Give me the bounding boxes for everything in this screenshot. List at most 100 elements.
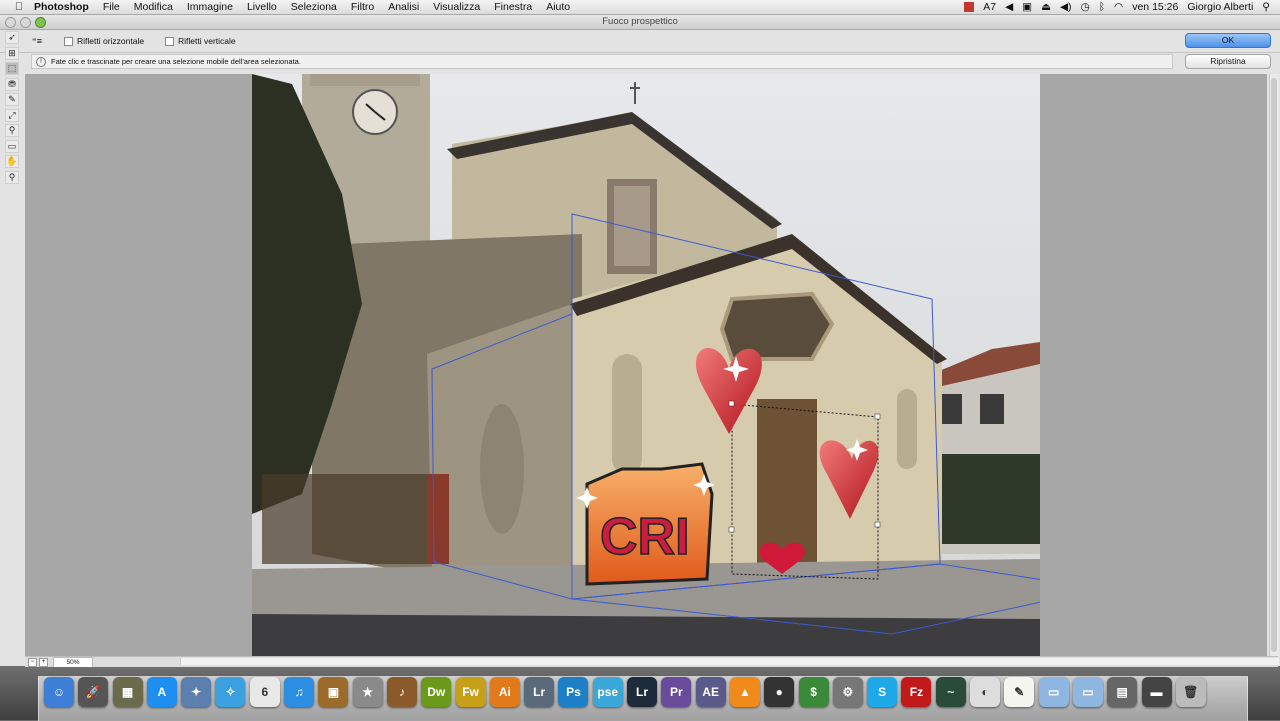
menu-immagine[interactable]: Immagine: [187, 1, 233, 13]
measure-tool-icon[interactable]: ▭: [5, 139, 19, 153]
app-menu-photoshop[interactable]: Photoshop: [34, 1, 89, 13]
menu-livello[interactable]: Livello: [247, 1, 277, 13]
menu-filtro[interactable]: Filtro: [351, 1, 374, 13]
app-store-icon[interactable]: A: [146, 677, 177, 707]
menu-visualizza[interactable]: Visualizza: [433, 1, 480, 13]
stamp-tool-icon[interactable]: ⛃: [5, 77, 19, 91]
zoom-out-button[interactable]: −: [28, 658, 37, 667]
zoom-in-button[interactable]: +: [39, 658, 48, 667]
recording-icon[interactable]: [964, 2, 975, 12]
flip-horizontal-option[interactable]: Rifletti orizzontale: [64, 36, 144, 46]
ok-button[interactable]: OK: [1185, 33, 1271, 48]
transform-tool-icon[interactable]: ⤢: [5, 108, 19, 122]
safari-icon[interactable]: ✧: [215, 677, 246, 707]
garageband-icon[interactable]: ♪: [386, 677, 417, 707]
itunes-icon[interactable]: ♫: [284, 677, 315, 707]
updates-count: 7: [990, 1, 997, 13]
window-controls: [5, 17, 46, 28]
photoshop-icon[interactable]: Ps: [558, 677, 589, 707]
menu-file[interactable]: File: [103, 1, 120, 13]
activity-monitor-icon[interactable]: ~: [935, 677, 966, 707]
eject-icon[interactable]: ⏏: [1041, 1, 1051, 13]
lightroom-icon[interactable]: Lr: [524, 677, 555, 707]
menu-modifica[interactable]: Modifica: [134, 1, 173, 13]
illustrator-icon[interactable]: Ai: [489, 677, 520, 707]
utility-icon[interactable]: ▦: [112, 677, 143, 707]
finder-icon[interactable]: ☺: [44, 677, 74, 707]
tools-panel: ➶ ⊞ ⬚ ⛃ ✎ ⤢ ⚲ ▭ ✋ ⚲: [3, 31, 21, 189]
zoom-window-icon[interactable]: [35, 17, 46, 28]
church-photo: CRI: [252, 74, 1040, 656]
calendar-icon[interactable]: 6: [249, 677, 280, 707]
downloads-stack-icon[interactable]: ▤: [1107, 677, 1138, 707]
create-plane-tool-icon[interactable]: ⊞: [5, 46, 19, 60]
system-preferences-icon[interactable]: ⚙: [832, 677, 863, 707]
flip-horizontal-label: Rifletti orizzontale: [77, 36, 145, 46]
spotlight-icon[interactable]: ⚲: [1262, 1, 1270, 13]
marquee-tool-icon[interactable]: ⬚: [5, 62, 19, 75]
eyedropper-tool-icon[interactable]: ⚲: [5, 124, 19, 137]
preview-icon[interactable]: ✦: [181, 677, 212, 707]
minimize-window-icon[interactable]: [20, 17, 31, 28]
trash-icon[interactable]: 🗑: [1175, 677, 1206, 707]
imovie-icon[interactable]: ★: [352, 677, 383, 707]
menu-analisi[interactable]: Analisi: [388, 1, 419, 13]
edit-plane-tool-icon[interactable]: ➶: [5, 31, 19, 44]
time-machine-icon[interactable]: ◷: [1081, 1, 1090, 13]
status-bar: − + 50%: [25, 656, 1279, 668]
dialog-title: Fuoco prospettico: [602, 16, 678, 27]
display-menu-icon[interactable]: ▣: [1022, 1, 1032, 13]
brush-tool-icon[interactable]: ✎: [5, 93, 19, 106]
flip-vertical-option[interactable]: Rifletti verticale: [165, 36, 236, 46]
info-bar: ! Fate clic e trascinate per creare una s…: [31, 54, 1173, 69]
tool-options-menu-icon[interactable]: ⁼≡: [32, 36, 42, 47]
dvd-player-icon[interactable]: ●: [764, 677, 795, 707]
photoshop-elements-icon[interactable]: pse: [592, 677, 623, 707]
document-image[interactable]: CRI: [252, 74, 1040, 656]
vlc-icon[interactable]: ▲: [729, 677, 760, 707]
flip-vertical-checkbox[interactable]: [165, 36, 174, 46]
money-icon[interactable]: $: [798, 677, 829, 707]
menu-finestra[interactable]: Finestra: [494, 1, 532, 13]
close-window-icon[interactable]: [5, 17, 16, 28]
info-text: Fate clic e trascinate per creare una se…: [51, 57, 301, 66]
photos-icon[interactable]: ▣: [318, 677, 349, 707]
vertical-scrollbar[interactable]: [1269, 74, 1279, 656]
disk-utility-icon[interactable]: ◐: [970, 677, 1001, 707]
adobe-updates-icon[interactable]: A7: [983, 1, 996, 13]
textedit-icon[interactable]: ✎: [1004, 677, 1035, 707]
reset-button[interactable]: Ripristina: [1185, 54, 1271, 69]
dock: ☺ 🚀 ▦ A ✦ ✧ 6 ♫ ▣ ★ ♪ Dw Fw Ai Lr Ps pse Lr Pr AE ▲ ● $ ⚙ S Fz ~ ◐ ✎…: [44, 677, 1244, 707]
launchpad-icon[interactable]: 🚀: [78, 677, 109, 707]
svg-text:CRI: CRI: [600, 508, 690, 566]
lightroom-classic-icon[interactable]: Lr: [627, 677, 658, 707]
after-effects-icon[interactable]: AE: [695, 677, 726, 707]
horizontal-scrollbar[interactable]: [180, 658, 1279, 665]
menubar-status-area: A7 ◀ ▣ ⏏ ◀) ◷ ᛒ ◠ ven 15:26 Giorgio Albe…: [964, 1, 1280, 13]
fireworks-icon[interactable]: Fw: [455, 677, 486, 707]
options-bar: ⁼≡ Rifletti orizzontale Rifletti vertica…: [0, 30, 1280, 53]
filezilla-icon[interactable]: Fz: [901, 677, 932, 707]
volume-icon[interactable]: ◀): [1060, 1, 1072, 13]
bluetooth-icon[interactable]: ᛒ: [1099, 1, 1105, 13]
documents-folder-icon[interactable]: ▭: [1072, 677, 1103, 707]
wifi-icon[interactable]: ◠: [1114, 1, 1123, 13]
menu-aiuto[interactable]: Aiuto: [546, 1, 570, 13]
folder-icon[interactable]: ▭: [1038, 677, 1069, 707]
info-icon: !: [36, 57, 46, 68]
premiere-icon[interactable]: Pr: [661, 677, 692, 707]
scroll-thumb[interactable]: [1271, 78, 1277, 652]
zoom-tool-icon[interactable]: ⚲: [5, 170, 19, 184]
skype-icon[interactable]: S: [867, 677, 898, 707]
dialog-title-bar: Fuoco prospettico: [0, 15, 1280, 30]
display-icon[interactable]: ▬: [1141, 677, 1172, 707]
back-icon[interactable]: ◀: [1005, 1, 1013, 13]
menu-seleziona[interactable]: Seleziona: [291, 1, 337, 13]
dreamweaver-icon[interactable]: Dw: [421, 677, 452, 707]
apple-menu-icon[interactable]: : [12, 1, 26, 13]
user-name[interactable]: Giorgio Alberti: [1187, 1, 1253, 13]
clock[interactable]: ven 15:26: [1132, 1, 1178, 13]
hand-tool-icon[interactable]: ✋: [5, 155, 19, 168]
flip-horizontal-checkbox[interactable]: [64, 36, 73, 46]
menu-bar:  Photoshop File Modifica Immagine Livel…: [0, 0, 1280, 15]
